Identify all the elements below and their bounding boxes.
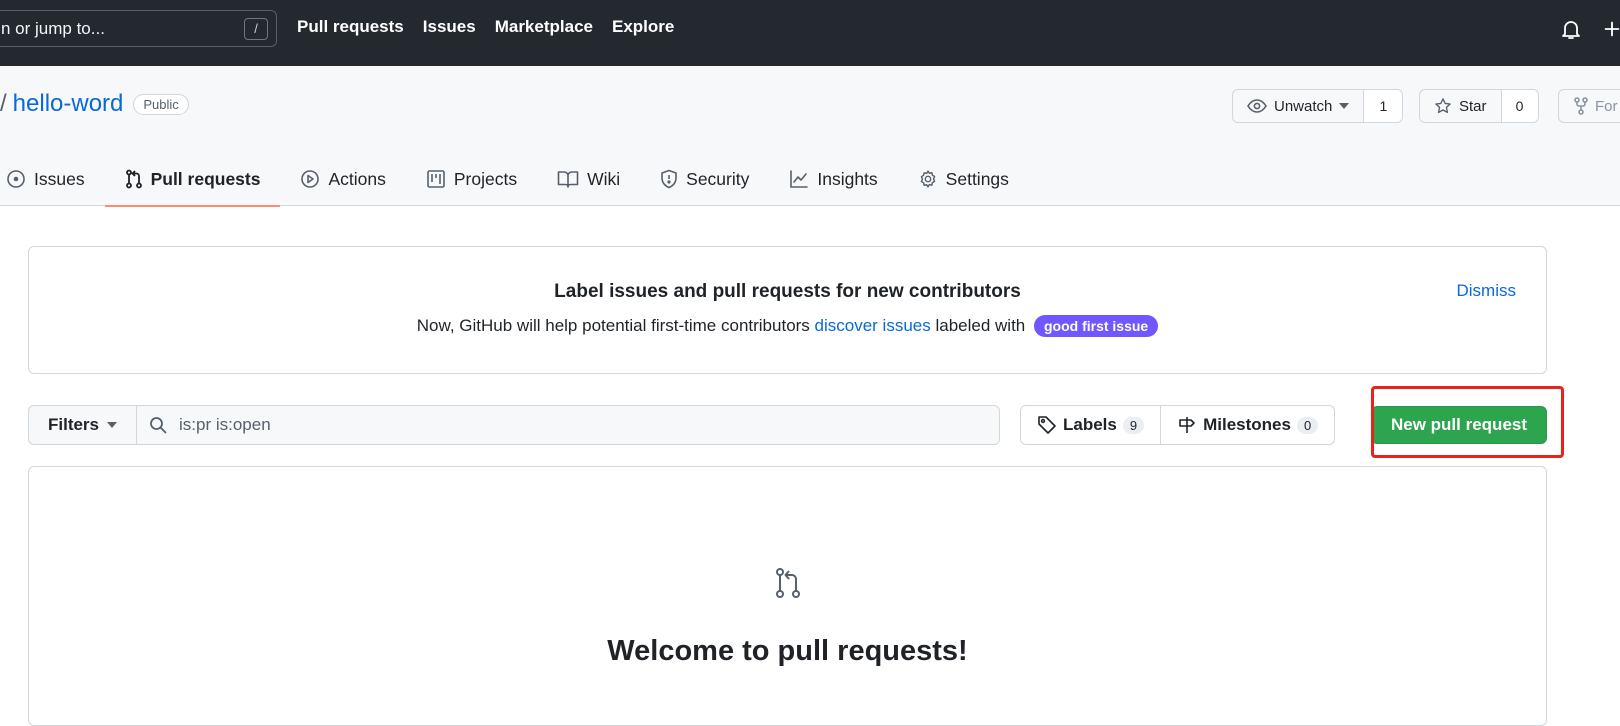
visibility-badge: Public — [133, 93, 189, 115]
shield-icon — [661, 169, 677, 189]
book-icon — [557, 171, 579, 188]
labels-label: Labels — [1063, 415, 1117, 434]
repo-header: / hello-word Public Unwatch 1 Star 0 For — [0, 66, 1620, 207]
search-shortcut-key: / — [244, 18, 268, 40]
new-pull-request-button[interactable]: New pull request — [1371, 406, 1547, 444]
star-icon — [1435, 98, 1451, 114]
star-button[interactable]: Star — [1420, 90, 1502, 122]
banner-text: Now, GitHub will help potential first-ti… — [29, 315, 1546, 337]
milestones-label: Milestones — [1203, 415, 1291, 434]
tab-pull-requests-label: Pull requests — [150, 168, 261, 189]
caret-down-icon — [1339, 103, 1350, 109]
dismiss-button[interactable]: Dismiss — [1457, 281, 1517, 301]
star-button-group: Star 0 — [1419, 89, 1539, 123]
pr-search-field — [137, 406, 999, 444]
blankslate: Welcome to pull requests! — [28, 466, 1547, 726]
global-search-input[interactable]: n or jump to... / — [0, 10, 277, 47]
fork-label: For — [1595, 97, 1618, 115]
banner-title: Label issues and pull requests for new c… — [554, 281, 1021, 302]
labels-milestones-group: Labels 9 Milestones 0 — [1020, 405, 1336, 445]
tab-wiki[interactable]: Wiki — [557, 152, 620, 206]
fork-button[interactable]: For — [1558, 89, 1620, 123]
discover-issues-link[interactable]: discover issues — [815, 316, 931, 335]
caret-down-icon — [107, 422, 118, 428]
filter-bar: Filters — [28, 405, 1000, 445]
banner-text-before: Now, GitHub will help potential first-ti… — [416, 316, 815, 335]
good-first-issue-label[interactable]: good first issue — [1033, 315, 1159, 337]
new-contributors-banner: Label issues and pull requests for new c… — [28, 246, 1547, 374]
tab-actions-label: Actions — [328, 168, 386, 189]
tab-settings[interactable]: Settings — [918, 152, 1009, 206]
unwatch-button[interactable]: Unwatch — [1233, 90, 1365, 122]
banner-text-after: labeled with — [930, 316, 1030, 335]
labels-count: 9 — [1122, 416, 1145, 434]
top-nav-explore[interactable]: Explore — [612, 17, 674, 37]
milestones-button[interactable]: Milestones 0 — [1160, 406, 1334, 444]
tab-issues[interactable]: Issues — [6, 152, 85, 206]
unwatch-label: Unwatch — [1274, 97, 1333, 115]
tab-security[interactable]: Security — [660, 152, 749, 206]
tab-projects-label: Projects — [453, 168, 518, 189]
play-icon — [301, 170, 320, 188]
tab-settings-label: Settings — [945, 168, 1009, 189]
tab-pull-requests[interactable]: Pull requests — [104, 152, 281, 207]
tag-icon — [1038, 416, 1056, 434]
stars-count[interactable]: 0 — [1501, 90, 1538, 122]
pull-request-icon — [125, 169, 142, 189]
filters-button[interactable]: Filters — [29, 406, 137, 444]
issue-icon — [7, 170, 25, 188]
repo-tabs: Issues Pull requests Actions Projects Wi… — [0, 152, 1009, 207]
repo-title: / hello-word Public — [0, 90, 189, 118]
tab-projects[interactable]: Projects — [426, 152, 517, 206]
top-nav: Pull requests Issues Marketplace Explore — [297, 17, 674, 37]
search-icon — [150, 417, 167, 434]
tab-issues-label: Issues — [34, 168, 85, 189]
graph-icon — [790, 170, 809, 188]
project-icon — [427, 170, 445, 188]
global-search-placeholder: n or jump to... — [1, 19, 105, 38]
tab-security-label: Security — [686, 168, 750, 189]
watchers-count[interactable]: 1 — [1364, 90, 1403, 122]
bell-icon[interactable] — [1559, 17, 1583, 41]
top-nav-pull-requests[interactable]: Pull requests — [297, 17, 404, 37]
top-nav-marketplace[interactable]: Marketplace — [495, 17, 593, 37]
repo-name-link[interactable]: hello-word — [13, 90, 124, 118]
labels-button[interactable]: Labels 9 — [1021, 406, 1160, 444]
blankslate-title: Welcome to pull requests! — [607, 635, 968, 667]
tab-wiki-label: Wiki — [587, 168, 621, 189]
tab-insights[interactable]: Insights — [789, 152, 878, 206]
star-label: Star — [1459, 97, 1487, 115]
watch-button-group: Unwatch 1 — [1232, 89, 1404, 123]
milestone-icon — [1179, 417, 1195, 433]
gear-icon — [920, 170, 935, 188]
tab-actions[interactable]: Actions — [280, 152, 386, 206]
tab-insights-label: Insights — [817, 168, 878, 189]
repo-path-separator: / — [0, 90, 7, 117]
pr-search-input[interactable] — [179, 415, 879, 435]
milestones-count: 0 — [1296, 416, 1319, 434]
top-nav-issues[interactable]: Issues — [423, 17, 476, 37]
fork-icon — [1574, 97, 1588, 115]
eye-icon — [1247, 99, 1267, 113]
filters-label: Filters — [47, 415, 100, 434]
global-header: n or jump to... / Pull requests Issues M… — [0, 0, 1620, 66]
pull-request-icon — [776, 568, 800, 598]
plus-icon[interactable] — [1601, 17, 1620, 41]
